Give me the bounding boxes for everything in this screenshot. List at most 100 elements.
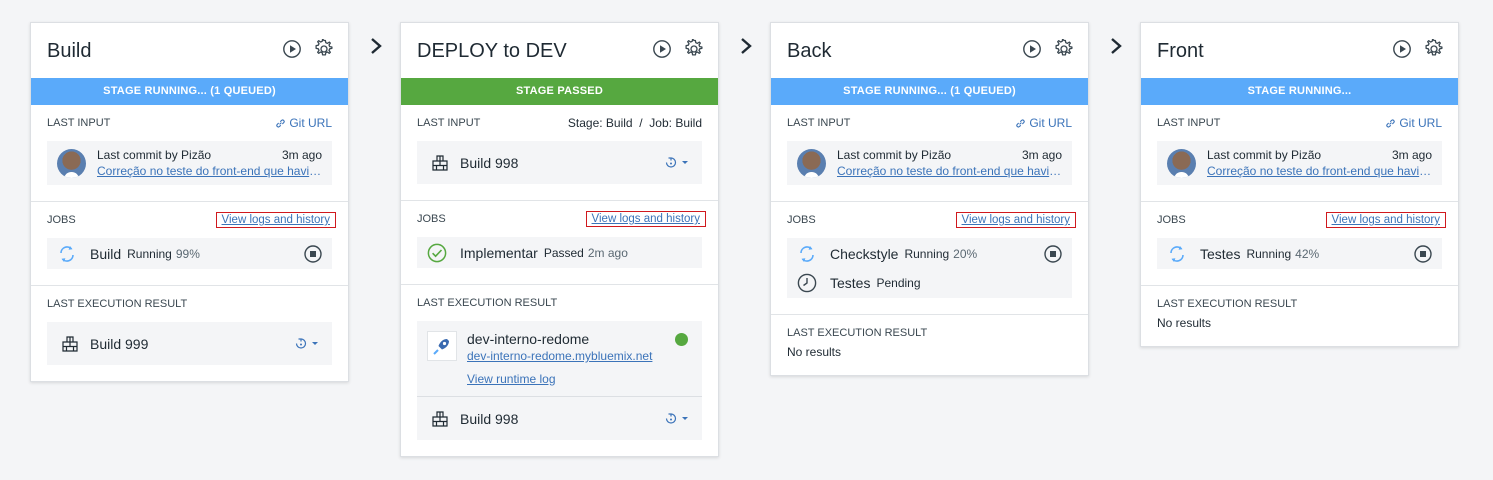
play-icon[interactable] bbox=[282, 39, 302, 59]
jobs-section: JOBS View logs and history Testes Runnin… bbox=[1141, 202, 1458, 286]
link-icon bbox=[1385, 118, 1396, 129]
pending-icon bbox=[797, 273, 817, 293]
stage-title: Build bbox=[47, 40, 92, 62]
last-execution-section: LAST EXECUTION RESULT No results bbox=[1141, 286, 1458, 346]
build-label: Build 998 bbox=[460, 154, 519, 171]
commit-time: 3m ago bbox=[281, 148, 322, 162]
section-label: LAST EXECUTION RESULT bbox=[417, 297, 558, 309]
redeploy-menu[interactable] bbox=[664, 156, 688, 170]
git-url-link[interactable]: Git URL bbox=[1015, 116, 1072, 130]
view-logs-link[interactable]: View logs and history bbox=[585, 211, 706, 227]
job-progress: 99% bbox=[175, 246, 200, 261]
build-label: Build 999 bbox=[90, 335, 149, 352]
section-label: LAST INPUT bbox=[787, 117, 851, 129]
job-row[interactable]: Testes Running 42% bbox=[1157, 239, 1442, 268]
play-icon[interactable] bbox=[1022, 39, 1042, 59]
view-logs-link[interactable]: View logs and history bbox=[955, 212, 1076, 228]
stage-header: Front bbox=[1141, 23, 1458, 78]
job-progress: 20% bbox=[953, 246, 978, 261]
job-status: Passed bbox=[543, 245, 584, 260]
redeploy-icon bbox=[294, 337, 308, 351]
section-label: LAST EXECUTION RESULT bbox=[47, 298, 188, 310]
job-row[interactable]: Testes Pending bbox=[787, 268, 1072, 297]
job-name: Testes bbox=[830, 274, 871, 291]
chevron-right-icon bbox=[739, 36, 753, 56]
commit-author: Last commit by Pizão bbox=[1207, 148, 1322, 162]
jobs-section: JOBS View logs and history Build Running… bbox=[31, 202, 348, 286]
stage-title: Back bbox=[787, 40, 832, 62]
last-input-section: LAST INPUT Git URL Last commit by Pizão 3… bbox=[31, 105, 348, 202]
stage-title: Front bbox=[1157, 40, 1204, 62]
result-build-row: Build 998 bbox=[427, 397, 692, 440]
git-url-link[interactable]: Git URL bbox=[1385, 116, 1442, 130]
redeploy-menu[interactable] bbox=[294, 337, 318, 351]
section-label: LAST INPUT bbox=[417, 117, 481, 129]
avatar bbox=[57, 148, 86, 178]
stop-icon[interactable] bbox=[304, 245, 322, 263]
git-url-label: Git URL bbox=[1399, 116, 1442, 130]
commit-author: Last commit by Pizão bbox=[97, 148, 212, 162]
jobs-box: Implementar Passed 2m ago bbox=[417, 237, 702, 268]
last-input-section: LAST INPUT Git URL Last commit by Pizão 3… bbox=[771, 105, 1088, 202]
gear-icon[interactable] bbox=[314, 39, 334, 59]
chevron-right-icon bbox=[1109, 36, 1123, 56]
stage-status-banner: STAGE RUNNING... bbox=[1141, 78, 1458, 105]
job-status: Running bbox=[127, 246, 172, 261]
job-time: 2m ago bbox=[587, 245, 628, 260]
input-build-box: Build 998 bbox=[417, 141, 702, 184]
build-icon bbox=[431, 410, 449, 428]
view-logs-link[interactable]: View logs and history bbox=[215, 212, 336, 228]
section-label: JOBS bbox=[417, 213, 446, 225]
input-separator: / bbox=[639, 116, 643, 130]
runtime-log-link[interactable]: View runtime log bbox=[467, 372, 652, 396]
running-icon bbox=[797, 244, 817, 264]
view-logs-link[interactable]: View logs and history bbox=[1325, 212, 1446, 228]
section-label: LAST INPUT bbox=[1157, 117, 1221, 129]
build-label: Build 998 bbox=[460, 410, 519, 427]
gear-icon[interactable] bbox=[1054, 39, 1074, 59]
play-icon[interactable] bbox=[652, 39, 672, 59]
running-icon bbox=[57, 244, 77, 264]
caret-down-icon bbox=[682, 417, 688, 420]
stage-status-banner: STAGE RUNNING... (1 QUEUED) bbox=[771, 78, 1088, 105]
job-name: Build bbox=[90, 245, 122, 262]
stop-icon[interactable] bbox=[1414, 245, 1432, 263]
passed-icon bbox=[427, 243, 447, 263]
git-url-label: Git URL bbox=[289, 116, 332, 130]
job-status: Running bbox=[904, 246, 950, 261]
job-row[interactable]: Build Running 99% bbox=[47, 239, 332, 268]
git-url-label: Git URL bbox=[1029, 116, 1072, 130]
jobs-box: Checkstyle Running 20% Testes Pending bbox=[787, 238, 1072, 298]
section-label: LAST EXECUTION RESULT bbox=[1157, 298, 1298, 310]
git-url-link[interactable]: Git URL bbox=[275, 116, 332, 130]
stage-header: Back bbox=[771, 23, 1088, 78]
job-status: Running bbox=[1246, 246, 1292, 261]
play-icon[interactable] bbox=[1392, 39, 1412, 59]
caret-down-icon bbox=[312, 342, 318, 345]
avatar bbox=[797, 148, 826, 178]
no-results-text: No results bbox=[787, 345, 842, 359]
build-icon bbox=[431, 154, 449, 172]
job-row[interactable]: Implementar Passed 2m ago bbox=[417, 238, 702, 267]
job-name: Checkstyle bbox=[830, 245, 899, 262]
job-row[interactable]: Checkstyle Running 20% bbox=[787, 239, 1072, 268]
status-dot bbox=[675, 333, 688, 346]
commit-box: Last commit by Pizão 3m ago Correção no t… bbox=[47, 141, 332, 185]
input-job: Job: Build bbox=[649, 116, 702, 130]
stage-card-back: Back STAGE RUNNING... (1 QUEUED) LAST IN… bbox=[770, 22, 1089, 376]
jobs-box: Testes Running 42% bbox=[1157, 238, 1442, 269]
app-url-link[interactable]: dev-interno-redome.mybluemix.net bbox=[467, 349, 652, 363]
stop-icon[interactable] bbox=[1044, 245, 1062, 263]
commit-message-link[interactable]: Correção no teste do front-end que havia… bbox=[1207, 164, 1432, 178]
input-stage: Stage: Build bbox=[567, 116, 633, 130]
redeploy-menu[interactable] bbox=[664, 412, 688, 426]
app-name: dev-interno-redome bbox=[467, 331, 590, 347]
stage-status-banner: STAGE RUNNING... (1 QUEUED) bbox=[31, 78, 348, 105]
gear-icon[interactable] bbox=[1424, 39, 1444, 59]
section-label: JOBS bbox=[47, 214, 76, 226]
commit-message-link[interactable]: Correção no teste do front-end que havia… bbox=[97, 164, 322, 178]
gear-icon[interactable] bbox=[684, 39, 704, 59]
commit-message-link[interactable]: Correção no teste do front-end que havia… bbox=[837, 164, 1062, 178]
caret-down-icon bbox=[682, 161, 688, 164]
stage-card-deploy-to-dev: DEPLOY to DEV STAGE PASSED LAST INPUT St… bbox=[400, 22, 719, 457]
